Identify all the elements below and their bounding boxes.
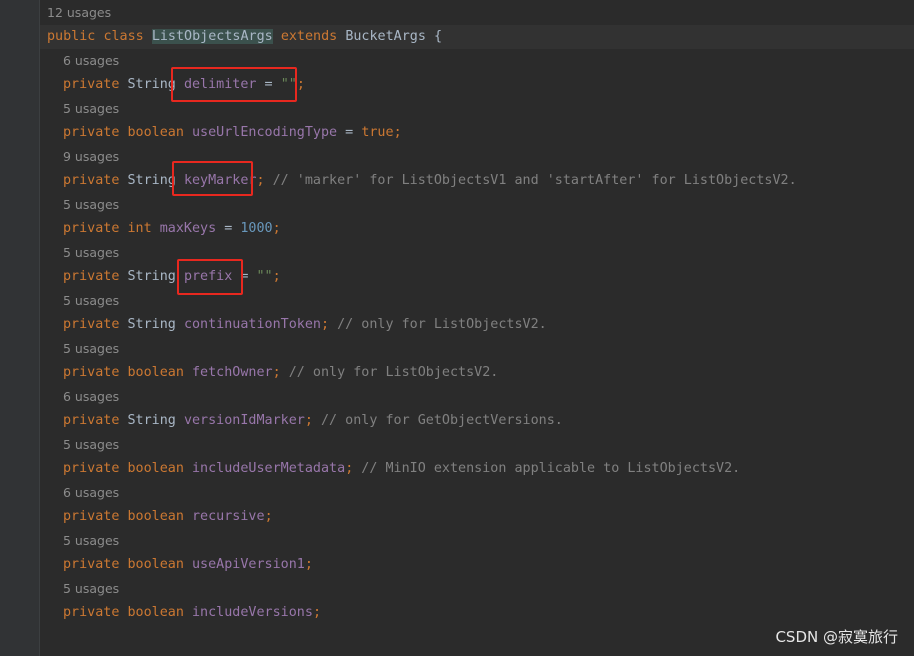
line-comment: // only for ListObjectsV2. [329,317,547,332]
field-usage-hint[interactable]: 5 usages [40,433,914,457]
field-declaration-line[interactable]: private boolean includeUserMetadata; // … [40,457,914,481]
open-brace: { [425,29,443,44]
line-comment: // 'marker' for ListObjectsV1 and 'start… [264,173,797,188]
csdn-watermark: CSDN @寂寞旅行 [775,628,898,646]
field-declaration-line[interactable]: private boolean fetchOwner; // only for … [40,361,914,385]
class-name[interactable]: ListObjectsArgs [151,29,273,44]
line-comment: // only for ListObjectsV2. [280,365,499,380]
semicolon: ; [321,317,330,332]
field-declaration-line[interactable]: private String continuationToken; // onl… [40,313,914,337]
assign-operator: = [216,221,241,236]
field-usage-hint[interactable]: 5 usages [40,289,914,313]
field-type: boolean [127,605,184,620]
semicolon: ; [312,605,321,620]
field-type: boolean [127,461,184,476]
highlight-box-prefix [177,259,243,295]
field-type: String [127,173,176,188]
class-declaration-line[interactable]: public class ListObjectsArgs extends Buc… [40,25,914,49]
field-name[interactable]: includeVersions [192,605,313,620]
class-usage-hint[interactable]: 12 usages [40,1,914,25]
keyword-private: private [63,125,120,140]
field-declaration-line[interactable]: private int maxKeys = 1000; [40,217,914,241]
field-usage-hint[interactable]: 6 usages [40,385,914,409]
field-name[interactable]: useApiVersion1 [192,557,305,572]
keyword-private: private [63,605,120,620]
field-type: boolean [127,365,184,380]
assign-operator: = [337,125,362,140]
field-name[interactable]: includeUserMetadata [192,461,345,476]
keyword-private: private [63,269,120,284]
keyword-extends: extends [280,29,338,44]
line-comment: // only for GetObjectVersions. [312,413,563,428]
field-usage-hint[interactable]: 5 usages [40,529,914,553]
field-initializer: "" [256,269,273,284]
field-usage-hint[interactable]: 5 usages [40,337,914,361]
keyword-private: private [63,365,120,380]
semicolon: ; [264,509,273,524]
field-type: String [127,317,176,332]
field-name[interactable]: useUrlEncodingType [192,125,337,140]
field-usage-hint[interactable]: 5 usages [40,193,914,217]
semicolon: ; [256,173,265,188]
field-initializer: true [361,125,394,140]
field-declaration-line[interactable]: private boolean useApiVersion1; [40,553,914,577]
keyword-class: class [103,29,144,44]
field-name[interactable]: recursive [192,509,265,524]
field-declaration-line[interactable]: private String versionIdMarker; // only … [40,409,914,433]
field-name[interactable]: fetchOwner [192,365,273,380]
keyword-private: private [63,221,120,236]
field-type: boolean [127,557,184,572]
field-declaration-line[interactable]: private boolean includeVersions; [40,601,914,625]
keyword-private: private [63,461,120,476]
field-type: int [127,221,152,236]
highlight-box-delimiter [171,67,297,102]
semicolon: ; [393,125,402,140]
keyword-private: private [63,557,120,572]
field-declaration-line[interactable]: private String prefix = ""; [40,265,914,289]
field-initializer: 1000 [240,221,273,236]
semicolon: ; [272,365,281,380]
field-type: boolean [127,509,184,524]
keyword-private: private [63,173,120,188]
editor-gutter[interactable] [0,0,40,656]
field-usage-hint[interactable]: 5 usages [40,241,914,265]
code-editor[interactable]: 12 usages public class ListObjectsArgs e… [0,0,914,656]
field-declaration-line[interactable]: private boolean recursive; [40,505,914,529]
highlight-box-keymarker [172,161,253,196]
semicolon: ; [304,557,313,572]
field-type: boolean [127,125,184,140]
field-type: String [127,269,176,284]
field-type: String [127,77,176,92]
keyword-private: private [63,509,120,524]
field-usage-hint[interactable]: 5 usages [40,577,914,601]
semicolon: ; [296,77,305,92]
field-name[interactable]: maxKeys [160,221,216,236]
field-usage-hint[interactable]: 6 usages [40,481,914,505]
line-comment: // MinIO extension applicable to ListObj… [353,461,741,476]
semicolon: ; [304,413,313,428]
field-type: String [127,413,176,428]
keyword-private: private [63,317,120,332]
semicolon: ; [272,269,281,284]
semicolon: ; [272,221,281,236]
field-name[interactable]: continuationToken [184,317,321,332]
parent-class-name[interactable]: BucketArgs [345,29,426,44]
field-name[interactable]: versionIdMarker [184,413,305,428]
keyword-private: private [63,77,120,92]
field-declaration-line[interactable]: private boolean useUrlEncodingType = tru… [40,121,914,145]
keyword-public: public [47,29,96,44]
keyword-private: private [63,413,120,428]
